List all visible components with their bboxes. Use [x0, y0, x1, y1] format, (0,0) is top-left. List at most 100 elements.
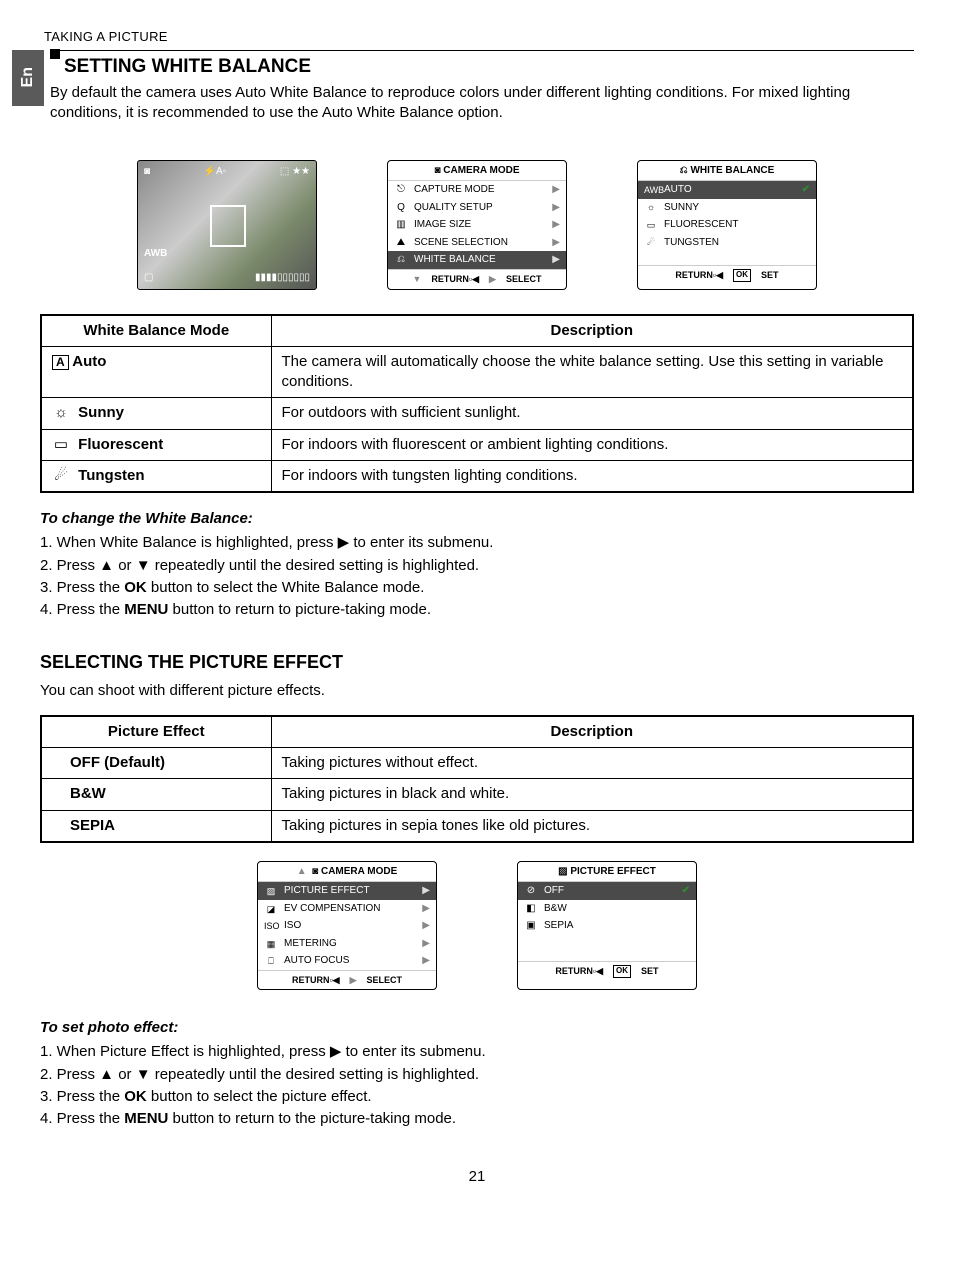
- menu-item-label: TUNGSTEN: [664, 236, 719, 250]
- chevron-right-icon: ▶: [552, 183, 560, 197]
- menu-item[interactable]: ☄TUNGSTEN: [638, 234, 816, 252]
- menu-item-icon: ⊘: [524, 884, 538, 898]
- menu-item-icon: ◧: [524, 902, 538, 916]
- menu-title: ⎌ WHITE BALANCE: [638, 161, 816, 182]
- menu-item-label: EV COMPENSATION: [284, 902, 381, 916]
- menu-item-label: IMAGE SIZE: [414, 218, 471, 232]
- menu-item[interactable]: ▣SEPIA: [518, 917, 696, 935]
- menu-title: ◙ CAMERA MODE: [388, 161, 566, 182]
- page-number: 21: [40, 1167, 914, 1187]
- quality-icon: ⬚ ★★: [280, 165, 310, 179]
- menu-item[interactable]: ☼SUNNY: [638, 199, 816, 217]
- menu-item[interactable]: ▦METERING▶: [258, 935, 436, 953]
- menu-item-label: CAPTURE MODE: [414, 183, 495, 197]
- exposure-bar: ▮▮▮▮▯▯▯▯▯▯: [255, 271, 310, 285]
- step-item: 2. Press ▲ or ▼ repeatedly until the des…: [40, 1065, 914, 1085]
- step-item: 1. When Picture Effect is highlighted, p…: [40, 1042, 914, 1062]
- step-item: 4. Press the MENU button to return to th…: [40, 1109, 914, 1129]
- mode-label: SEPIA: [70, 817, 115, 834]
- header-breadcrumb: TAKING A PICTURE: [40, 28, 914, 46]
- menu-item[interactable]: ◧ B&W: [518, 900, 696, 918]
- picture-effect-table: Picture Effect Description OFF (Default)…: [40, 715, 914, 843]
- picture-effect-menu: ▨ PICTURE EFFECT ⊘ OFF ✔ ◧ B&W▣SEPIA RETURN▫…: [517, 861, 697, 990]
- menu-footer: ▼ RETURN▫◀ ▶ SELECT: [388, 269, 566, 288]
- table-row: SEPIATaking pictures in sepia tones like…: [41, 810, 913, 842]
- chevron-right-icon: ▶: [422, 902, 430, 916]
- select-label: SELECT: [367, 974, 403, 986]
- menu-title: ▨ PICTURE EFFECT: [518, 862, 696, 883]
- check-icon: ✔: [682, 884, 690, 898]
- menu-item[interactable]: QQUALITY SETUP▶: [388, 199, 566, 217]
- menu-item-icon: ☼: [644, 201, 658, 213]
- section-title-pe: SELECTING THE PICTURE EFFECT: [40, 650, 914, 674]
- mode-icon: ☼: [52, 403, 70, 423]
- return-label: RETURN▫◀: [292, 974, 340, 986]
- select-arrow-icon: ▶: [350, 974, 357, 986]
- menu-item[interactable]: ⊘ OFF ✔: [518, 882, 696, 900]
- pe-steps-list: 1. When Picture Effect is highlighted, p…: [40, 1042, 914, 1129]
- set-label: SET: [641, 965, 659, 978]
- wb-table-header-desc: Description: [271, 315, 913, 347]
- menu-item[interactable]: ▨ PICTURE EFFECT ▶: [258, 882, 436, 900]
- check-icon: ✔: [802, 183, 810, 197]
- menu-item[interactable]: ▭FLUORESCENT: [638, 216, 816, 234]
- chevron-right-icon: ▶: [552, 236, 560, 250]
- pe-table-header-desc: Description: [271, 716, 913, 748]
- menu-item-label: OFF: [544, 884, 564, 898]
- section-intro-wb: By default the camera uses Auto White Ba…: [50, 83, 914, 124]
- menu-footer: RETURN▫◀ ▶ SELECT: [258, 970, 436, 989]
- select-arrow-icon: ▶: [489, 273, 496, 285]
- menu-item-label: B&W: [544, 902, 567, 916]
- table-row: ☼ SunnyFor outdoors with sufficient sunl…: [41, 398, 913, 429]
- menu-item[interactable]: AWBAUTO✔: [638, 181, 816, 199]
- menu-item-icon: ⎋: [394, 183, 408, 197]
- mode-description: Taking pictures without effect.: [271, 748, 913, 779]
- camera-icon: ◙: [144, 165, 150, 179]
- wb-table-header-mode: White Balance Mode: [41, 315, 271, 347]
- ok-icon: OK: [613, 965, 631, 978]
- mode-description: For indoors with tungsten lighting condi…: [271, 460, 913, 492]
- menu-item-label: SCENE SELECTION: [414, 236, 508, 250]
- menu-item-label: PICTURE EFFECT: [284, 884, 370, 898]
- menu-item[interactable]: ▥IMAGE SIZE▶: [388, 216, 566, 234]
- camera-mode-menu-2: ▲ ◙ CAMERA MODE ▨ PICTURE EFFECT ▶ ◪ EV COMP…: [257, 861, 437, 990]
- wb-steps-title: To change the White Balance:: [40, 509, 914, 529]
- menu-footer: RETURN▫◀ OK SET: [518, 961, 696, 981]
- chevron-right-icon: ▶: [552, 201, 560, 215]
- chevron-right-icon: ▶: [552, 218, 560, 232]
- menu-item-label: METERING: [284, 937, 337, 951]
- step-item: 2. Press ▲ or ▼ repeatedly until the des…: [40, 556, 914, 576]
- table-row: OFF (Default)Taking pictures without eff…: [41, 748, 913, 779]
- menu-item-label: AUTO: [664, 183, 692, 197]
- mode-label: Tungsten: [78, 467, 144, 484]
- menu-item[interactable]: ISOISO▶: [258, 917, 436, 935]
- white-balance-menu: ⎌ WHITE BALANCE AWBAUTO✔☼SUNNY▭FLUORESCE…: [637, 160, 817, 290]
- chevron-right-icon: ▶: [422, 884, 430, 898]
- menu-item[interactable]: ⎌WHITE BALANCE▶: [388, 251, 566, 269]
- mode-icon: ☄: [52, 466, 70, 486]
- ok-icon: OK: [733, 269, 751, 282]
- return-label: RETURN▫◀: [675, 269, 723, 282]
- menu-item-icon: ISO: [264, 920, 278, 932]
- menu-title: ▲ ◙ CAMERA MODE: [258, 862, 436, 883]
- menu-footer: RETURN▫◀ OK SET: [638, 265, 816, 285]
- table-row: B&WTaking pictures in black and white.: [41, 779, 913, 810]
- awb-indicator: AWB: [144, 247, 167, 261]
- white-balance-table: White Balance Mode Description A AutoThe…: [40, 314, 914, 494]
- menu-item-icon: ▨: [264, 885, 278, 897]
- select-label: SELECT: [506, 273, 542, 285]
- menu-item[interactable]: ◪ EV COMPENSATION ▶: [258, 900, 436, 918]
- section-intro-pe: You can shoot with different picture eff…: [40, 681, 914, 701]
- menu-item-label: ISO: [284, 919, 301, 933]
- menu-item-label: SEPIA: [544, 919, 573, 933]
- mode-description: The camera will automatically choose the…: [271, 346, 913, 398]
- menu-item-icon: ⎕: [264, 955, 278, 967]
- menu-item[interactable]: ⛰SCENE SELECTION▶: [388, 234, 566, 252]
- menu-item[interactable]: ⎕AUTO FOCUS▶: [258, 952, 436, 970]
- language-tab: En: [12, 50, 44, 106]
- mode-label: Sunny: [78, 404, 124, 421]
- menu-item[interactable]: ⎋ CAPTURE MODE ▶: [388, 181, 566, 199]
- menu-item-icon: Q: [394, 201, 408, 215]
- section-title-wb: SETTING WHITE BALANCE: [50, 50, 914, 80]
- menu-item-icon: ◪: [264, 903, 278, 915]
